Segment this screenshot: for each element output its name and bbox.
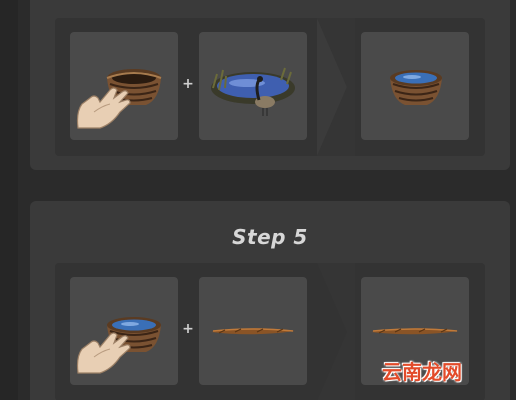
hand-icon [76, 332, 131, 374]
step-panel-4: + [30, 0, 510, 170]
watermark-text: 云南龙网 [382, 360, 462, 384]
plus-sign: + [182, 321, 194, 337]
sidebar-strip [0, 0, 18, 400]
bucket-with-water-icon [390, 70, 442, 105]
step-title: Step 5 [232, 225, 308, 249]
plus-sign: + [182, 76, 194, 92]
hand-icon [76, 87, 131, 129]
result-slot-bucket-with-water[interactable] [361, 32, 469, 140]
pond-with-goose-icon [211, 67, 295, 116]
ingredient-slot-bucket[interactable] [70, 32, 178, 140]
ingredient-slot-bucket-with-water[interactable] [70, 277, 178, 385]
guide-page: + Step 5 + 云南龙网 [0, 0, 516, 400]
recipe-row: + [55, 18, 485, 156]
ingredient-slot-twig[interactable] [199, 277, 307, 385]
ingredient-slot-pond[interactable] [199, 32, 307, 140]
long-twig-icon [211, 328, 295, 335]
